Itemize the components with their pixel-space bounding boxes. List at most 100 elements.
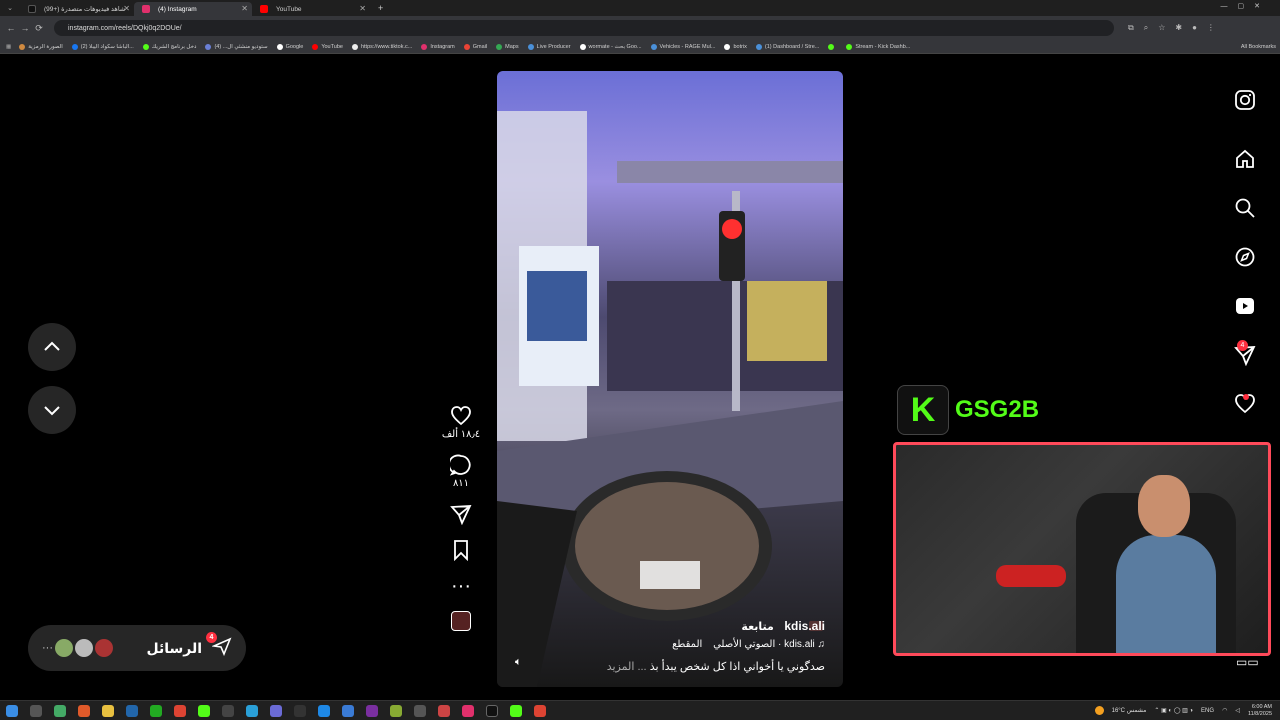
new-tab-button[interactable]: + xyxy=(378,3,383,13)
steam-icon[interactable] xyxy=(318,705,330,717)
direct-messages-icon[interactable]: 4 xyxy=(1234,330,1256,379)
app-icon[interactable] xyxy=(438,705,450,717)
search-icon[interactable] xyxy=(30,705,42,717)
bookmark-item[interactable]: Google xyxy=(276,43,303,50)
kick-icon[interactable] xyxy=(198,705,210,717)
tiktok-icon[interactable] xyxy=(486,705,498,717)
caption-more-link[interactable]: ... المزيد xyxy=(607,661,647,673)
task-view-icon[interactable] xyxy=(54,705,66,717)
bookmark-item[interactable]: Instagram xyxy=(421,43,455,50)
share-button[interactable] xyxy=(450,503,472,525)
tray-icons[interactable]: ⌃ ▣ ◐ ◯ ▥ ◑ xyxy=(1154,707,1193,714)
obs-icon[interactable] xyxy=(294,705,306,717)
close-icon[interactable]: ✕ xyxy=(359,4,366,13)
like-button[interactable]: ١٨٫٤ ألف xyxy=(442,405,480,440)
explore-icon[interactable] xyxy=(1234,232,1256,281)
folder-icon[interactable] xyxy=(102,705,114,717)
start-icon[interactable] xyxy=(6,705,18,717)
bookmark-item[interactable]: YouTube xyxy=(312,43,343,50)
forward-icon[interactable]: → xyxy=(18,23,32,33)
url-field[interactable]: instagram.com/reels/DQkj0q2DOUe/ xyxy=(54,20,1114,36)
back-icon[interactable]: ← xyxy=(4,23,18,33)
messages-button[interactable]: ··· الرسائل 4 xyxy=(28,625,246,671)
reel-video[interactable]: kdis.ali متابعة ♫ kdis.ali · الصوتي الأص… xyxy=(497,71,843,687)
bookmark-item[interactable]: botrix xyxy=(724,43,747,50)
bookmark-item[interactable]: Gmail xyxy=(463,43,487,50)
bookmark-item[interactable]: Stream - Kick Dashb... xyxy=(846,43,910,50)
instagram-nav-rail: 4 xyxy=(1225,75,1265,428)
clock[interactable]: 6:00 AM 11/8/2025 xyxy=(1248,704,1272,717)
app-icon[interactable] xyxy=(126,705,138,717)
instagram-icon[interactable] xyxy=(462,705,474,717)
reel-caption[interactable]: صدگوني يا أخواني اذا كل شخص يبدأ بذ ... … xyxy=(517,660,825,673)
bookmark-item[interactable]: wormate - بحث Goo... xyxy=(579,43,642,50)
next-reel-button[interactable] xyxy=(28,386,76,434)
wifi-icon[interactable]: ◠ xyxy=(1222,707,1227,714)
bookmark-item[interactable] xyxy=(828,43,837,50)
telegram-icon[interactable] xyxy=(246,705,258,717)
audio-thumbnail[interactable] xyxy=(451,611,471,631)
notification-dot xyxy=(1243,394,1249,400)
home-icon[interactable] xyxy=(1234,134,1256,183)
premiere-icon[interactable] xyxy=(366,705,378,717)
reel-audio[interactable]: ♫ kdis.ali · الصوتي الأصلي المقطع xyxy=(517,639,825,650)
bookmark-item[interactable]: Maps xyxy=(496,43,519,50)
tab-youtube[interactable]: YouTube ✕ xyxy=(252,2,370,16)
reel-navigation xyxy=(28,323,76,449)
tab-trending[interactable]: (99+) شاهد فيديوهات متصدرة ✕ xyxy=(20,2,134,16)
bookmark-item[interactable]: (2) الباشا سكواد اليبلا... xyxy=(71,43,134,50)
video-frame xyxy=(497,111,843,687)
instagram-logo-icon[interactable] xyxy=(1234,75,1256,124)
bookmark-item[interactable]: الصورة الرمزية xyxy=(19,43,63,50)
volume-icon[interactable]: ◁ xyxy=(1235,707,1240,714)
bookmark-label: Instagram xyxy=(430,43,455,50)
stream-overlay-tag: K GSG2B xyxy=(897,385,1039,435)
bookmark-favicon-icon xyxy=(312,43,319,50)
chrome-icon[interactable] xyxy=(534,705,546,717)
translate-icon[interactable]: ⧉ xyxy=(1128,23,1134,33)
apps-grid-icon[interactable]: ▦ xyxy=(6,44,11,50)
app-icon[interactable] xyxy=(342,705,354,717)
close-icon[interactable]: ✕ xyxy=(241,4,248,13)
reload-icon[interactable]: ⟳ xyxy=(32,23,46,34)
app-icon[interactable] xyxy=(390,705,402,717)
reel-username[interactable]: kdis.ali xyxy=(784,619,825,633)
menu-icon[interactable]: ⋮ xyxy=(1207,23,1215,33)
speaker-icon[interactable]: 🔈︎ xyxy=(515,656,522,669)
weather-text[interactable]: 16°C مشمس xyxy=(1112,707,1147,714)
comment-button[interactable]: ٨١١ xyxy=(450,454,472,489)
tab-instagram[interactable]: (4) Instagram ✕ xyxy=(134,2,252,16)
all-bookmarks-link[interactable]: All Bookmarks xyxy=(1241,44,1276,50)
bookmark-item[interactable]: (1) Dashboard / Stre... xyxy=(755,43,819,50)
zoom-icon[interactable]: ⌕ xyxy=(1144,23,1148,33)
extensions-icon[interactable]: ✱ xyxy=(1175,23,1182,33)
bookmark-item[interactable]: Live Producer xyxy=(527,43,571,50)
chrome-icon[interactable] xyxy=(174,705,186,717)
close-icon[interactable]: ✕ xyxy=(123,4,130,13)
bookmark-item[interactable]: https://www.tiktok.c... xyxy=(351,43,412,50)
discord-icon[interactable] xyxy=(270,705,282,717)
more-menu-icon[interactable]: ▭▭ xyxy=(1236,655,1259,669)
reels-icon[interactable] xyxy=(1234,281,1256,330)
avatar xyxy=(95,639,113,657)
whatsapp-icon[interactable] xyxy=(150,705,162,717)
app-icon[interactable] xyxy=(222,705,234,717)
weather-icon xyxy=(1094,706,1104,715)
notifications-icon[interactable] xyxy=(1234,379,1256,428)
bookmark-item[interactable]: ستوديو منشئي ال... (4) xyxy=(205,43,268,50)
more-options-button[interactable]: ··· xyxy=(451,575,471,597)
search-icon[interactable] xyxy=(1234,183,1256,232)
bookmark-item[interactable]: دخل برنامج الشريك xyxy=(142,43,196,50)
follow-button[interactable]: متابعة xyxy=(741,621,773,633)
save-button[interactable] xyxy=(450,539,472,561)
app-icon[interactable] xyxy=(510,705,522,717)
app-icon[interactable] xyxy=(414,705,426,717)
tab-search-icon[interactable]: ⌄ xyxy=(0,4,20,12)
profile-icon[interactable]: ● xyxy=(1192,23,1197,33)
window-controls[interactable]: —▢✕ xyxy=(1221,2,1270,10)
bookmark-item[interactable]: Vehicles - RAGE Mul... xyxy=(650,43,715,50)
previous-reel-button[interactable] xyxy=(28,323,76,371)
bookmark-star-icon[interactable]: ☆ xyxy=(1158,23,1165,33)
app-icon[interactable] xyxy=(78,705,90,717)
language-indicator[interactable]: ENG xyxy=(1201,708,1214,714)
